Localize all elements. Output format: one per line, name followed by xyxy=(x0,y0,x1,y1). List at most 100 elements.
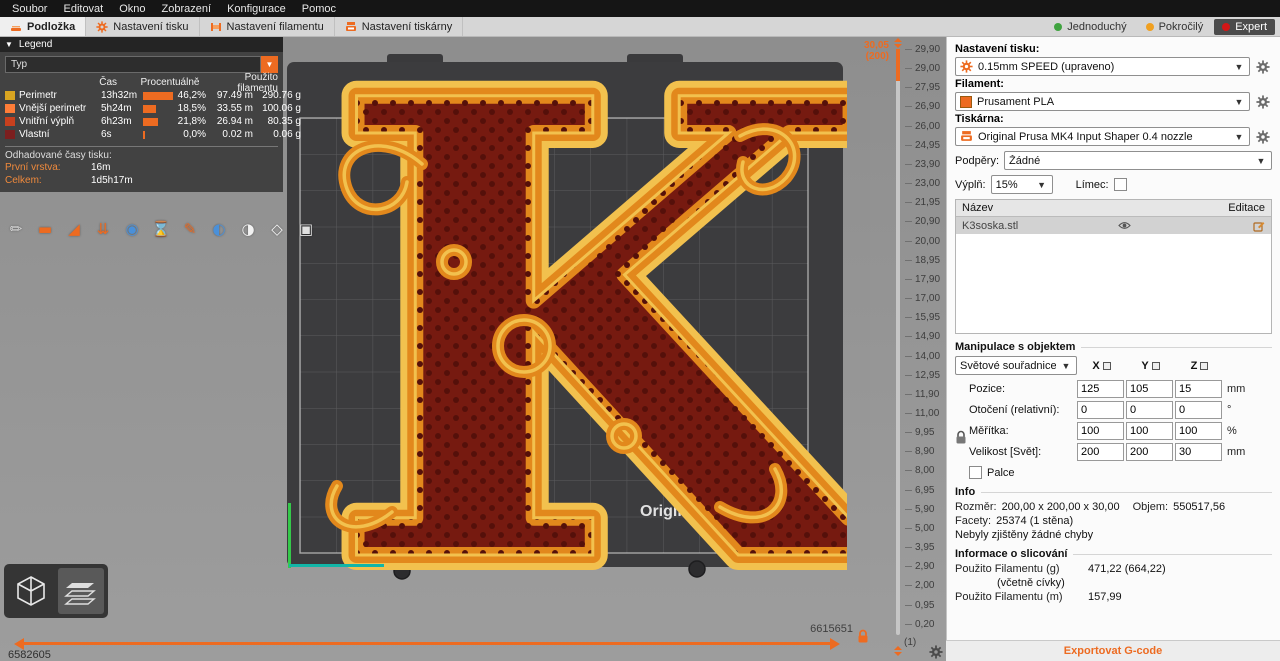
menu-item[interactable]: Pomoc xyxy=(294,2,344,16)
toolbar-icon[interactable]: ⇊ xyxy=(92,218,114,240)
rotation-y-input[interactable] xyxy=(1126,401,1173,419)
filament-color-swatch xyxy=(960,96,972,108)
slider-left-arrow-icon[interactable] xyxy=(8,638,24,650)
filament-combo[interactable]: Prusament PLA ▼ xyxy=(955,92,1250,111)
tab-printer-settings[interactable]: Nastavení tiskárny xyxy=(335,17,463,36)
size-x-input[interactable] xyxy=(1077,443,1124,461)
gear-icon xyxy=(1256,95,1270,109)
layer-slider-selected-range[interactable] xyxy=(896,49,900,81)
toolbar-icon[interactable]: ▣ xyxy=(295,218,317,240)
supports-combo[interactable]: Žádné ▼ xyxy=(1004,151,1272,170)
view-mode-switch xyxy=(4,564,108,618)
supports-label: Podpěry: xyxy=(955,155,999,167)
printer-combo[interactable]: Original Prusa MK4 Input Shaper 0.4 nozz… xyxy=(955,127,1250,146)
mode-advanced[interactable]: Pokročilý xyxy=(1138,19,1212,35)
info-title: Info xyxy=(955,486,1272,498)
mode-simple[interactable]: Jednoduchý xyxy=(1046,19,1134,35)
legend-row[interactable]: Vnější perimetr 5h24m 18,5% 33.55 m 100.… xyxy=(0,102,283,115)
collapse-arrow-icon: ▼ xyxy=(5,40,13,49)
menu-item[interactable]: Editovat xyxy=(55,2,111,16)
toolbar-icon[interactable]: ✏ xyxy=(5,218,27,240)
export-gcode-label: Exportovat G-code xyxy=(1064,645,1162,657)
position-x-input[interactable] xyxy=(1077,380,1124,398)
slider-up-down-icon[interactable] xyxy=(892,38,904,48)
preferences-gear-icon[interactable] xyxy=(929,645,943,659)
inches-checkbox[interactable] xyxy=(969,466,982,479)
chevron-down-icon: ▼ xyxy=(1233,97,1245,107)
rotation-x-input[interactable] xyxy=(1077,401,1124,419)
preview-view-button[interactable] xyxy=(58,568,104,614)
object-list-row[interactable]: K3soska.stl xyxy=(956,217,1271,234)
axis-box-icon xyxy=(1152,362,1160,370)
print-settings-combo[interactable]: 0.15mm SPEED (upraveno) ▼ xyxy=(955,57,1250,76)
scale-y-input[interactable] xyxy=(1126,422,1173,440)
toolbar-icon[interactable]: ⌛ xyxy=(150,218,172,240)
gcode-toolbar: ✏ ▬ ◢ ⇊ ◉ ⌛ ✎ ◐ ◑ ◇ ▣ xyxy=(5,218,317,240)
toolbar-icon[interactable]: ▬ xyxy=(34,218,56,240)
layer-tick: 8,00 xyxy=(905,465,940,476)
mode-expert[interactable]: Expert xyxy=(1214,19,1275,35)
position-y-input[interactable] xyxy=(1126,380,1173,398)
size-row: Velikost [Svět]: mm xyxy=(955,441,1272,462)
slider-lock-icon[interactable] xyxy=(857,629,869,643)
position-z-input[interactable] xyxy=(1175,380,1222,398)
tick-mark xyxy=(905,68,912,69)
toolbar-icon[interactable]: ◢ xyxy=(63,218,85,240)
percent-bar xyxy=(143,131,145,139)
legend-row[interactable]: Perimetr 13h32m 46,2% 97.49 m 290.76 g xyxy=(0,89,283,102)
menu-item[interactable]: Okno xyxy=(111,2,153,16)
legend-row[interactable]: Vnitřní výplň 6h23m 21,8% 26.94 m 80.35 … xyxy=(0,115,283,128)
view-type-dropdown[interactable]: Typ ▼ xyxy=(5,56,278,73)
layer-slider-track[interactable] xyxy=(896,49,900,635)
tab-label: Nastavení filamentu xyxy=(227,21,324,33)
rotation-z-input[interactable] xyxy=(1175,401,1222,419)
edit-printer-button[interactable] xyxy=(1254,128,1272,146)
layer-tick: 23,00 xyxy=(905,178,940,189)
eye-icon[interactable] xyxy=(1118,221,1131,230)
scale-x-input[interactable] xyxy=(1077,422,1124,440)
printer-label: Tiskárna: xyxy=(955,113,1272,125)
mode-label: Expert xyxy=(1235,21,1267,33)
edit-object-icon[interactable] xyxy=(1253,220,1265,232)
toolbar-icon[interactable]: ◑ xyxy=(237,218,259,240)
edit-print-settings-button[interactable] xyxy=(1254,58,1272,76)
estimated-times-title: Odhadované časy tisku: xyxy=(5,146,278,161)
print-settings-label: Nastavení tisku: xyxy=(955,43,1272,55)
scale-z-input[interactable] xyxy=(1175,422,1222,440)
slider-up-down-bottom-icon[interactable] xyxy=(892,646,904,656)
tab-plater[interactable]: Podložka xyxy=(0,17,86,36)
toolbar-icon[interactable]: ◐ xyxy=(208,218,230,240)
legend-header[interactable]: ▼ Legend xyxy=(0,37,283,52)
brim-checkbox[interactable] xyxy=(1114,178,1127,191)
menu-item[interactable]: Zobrazení xyxy=(154,2,220,16)
3d-viewport[interactable]: MK4 Original Prusa K K K K xyxy=(0,37,856,661)
menu-item[interactable]: Konfigurace xyxy=(219,2,294,16)
layer-slider-strip: 30,05 (200) 29,90 29,00 27,95 26,90 2 xyxy=(856,37,946,661)
tab-filament-settings[interactable]: Nastavení filamentu xyxy=(200,17,335,36)
editor-view-button[interactable] xyxy=(8,568,54,614)
toolbar-icon[interactable]: ◇ xyxy=(266,218,288,240)
size-y-input[interactable] xyxy=(1126,443,1173,461)
uniform-scale-lock-icon[interactable] xyxy=(955,430,967,444)
printer-icon xyxy=(345,21,357,33)
toolbar-icon[interactable]: ✎ xyxy=(179,218,201,240)
gcode-move-index: 6582605 xyxy=(8,649,51,661)
export-gcode-button[interactable]: Exportovat G-code xyxy=(946,640,1280,661)
slider-track[interactable] xyxy=(24,642,830,645)
percent-bar xyxy=(143,118,158,126)
infill-combo[interactable]: 15% ▼ xyxy=(991,175,1053,194)
layer-tick: 27,95 xyxy=(905,82,940,93)
size-z-input[interactable] xyxy=(1175,443,1222,461)
layer-tick: 26,00 xyxy=(905,121,940,132)
coordinates-combo[interactable]: Světové souřadnice ▼ xyxy=(955,356,1077,375)
printer-value: Original Prusa MK4 Input Shaper 0.4 nozz… xyxy=(978,131,1228,143)
menu-item[interactable]: Soubor xyxy=(4,2,55,16)
slider-right-arrow-icon[interactable] xyxy=(830,638,846,650)
print-bed: MK4 Original Prusa K K K K xyxy=(272,54,847,620)
edit-filament-button[interactable] xyxy=(1254,93,1272,111)
gcode-horizontal-slider[interactable] xyxy=(8,637,846,650)
dropdown-arrow-icon[interactable]: ▼ xyxy=(261,56,278,73)
toolbar-icon[interactable]: ◉ xyxy=(121,218,143,240)
tab-print-settings[interactable]: Nastavení tisku xyxy=(86,17,199,36)
legend-row[interactable]: Vlastní 6s 0,0% 0.02 m 0.06 g xyxy=(0,128,283,141)
